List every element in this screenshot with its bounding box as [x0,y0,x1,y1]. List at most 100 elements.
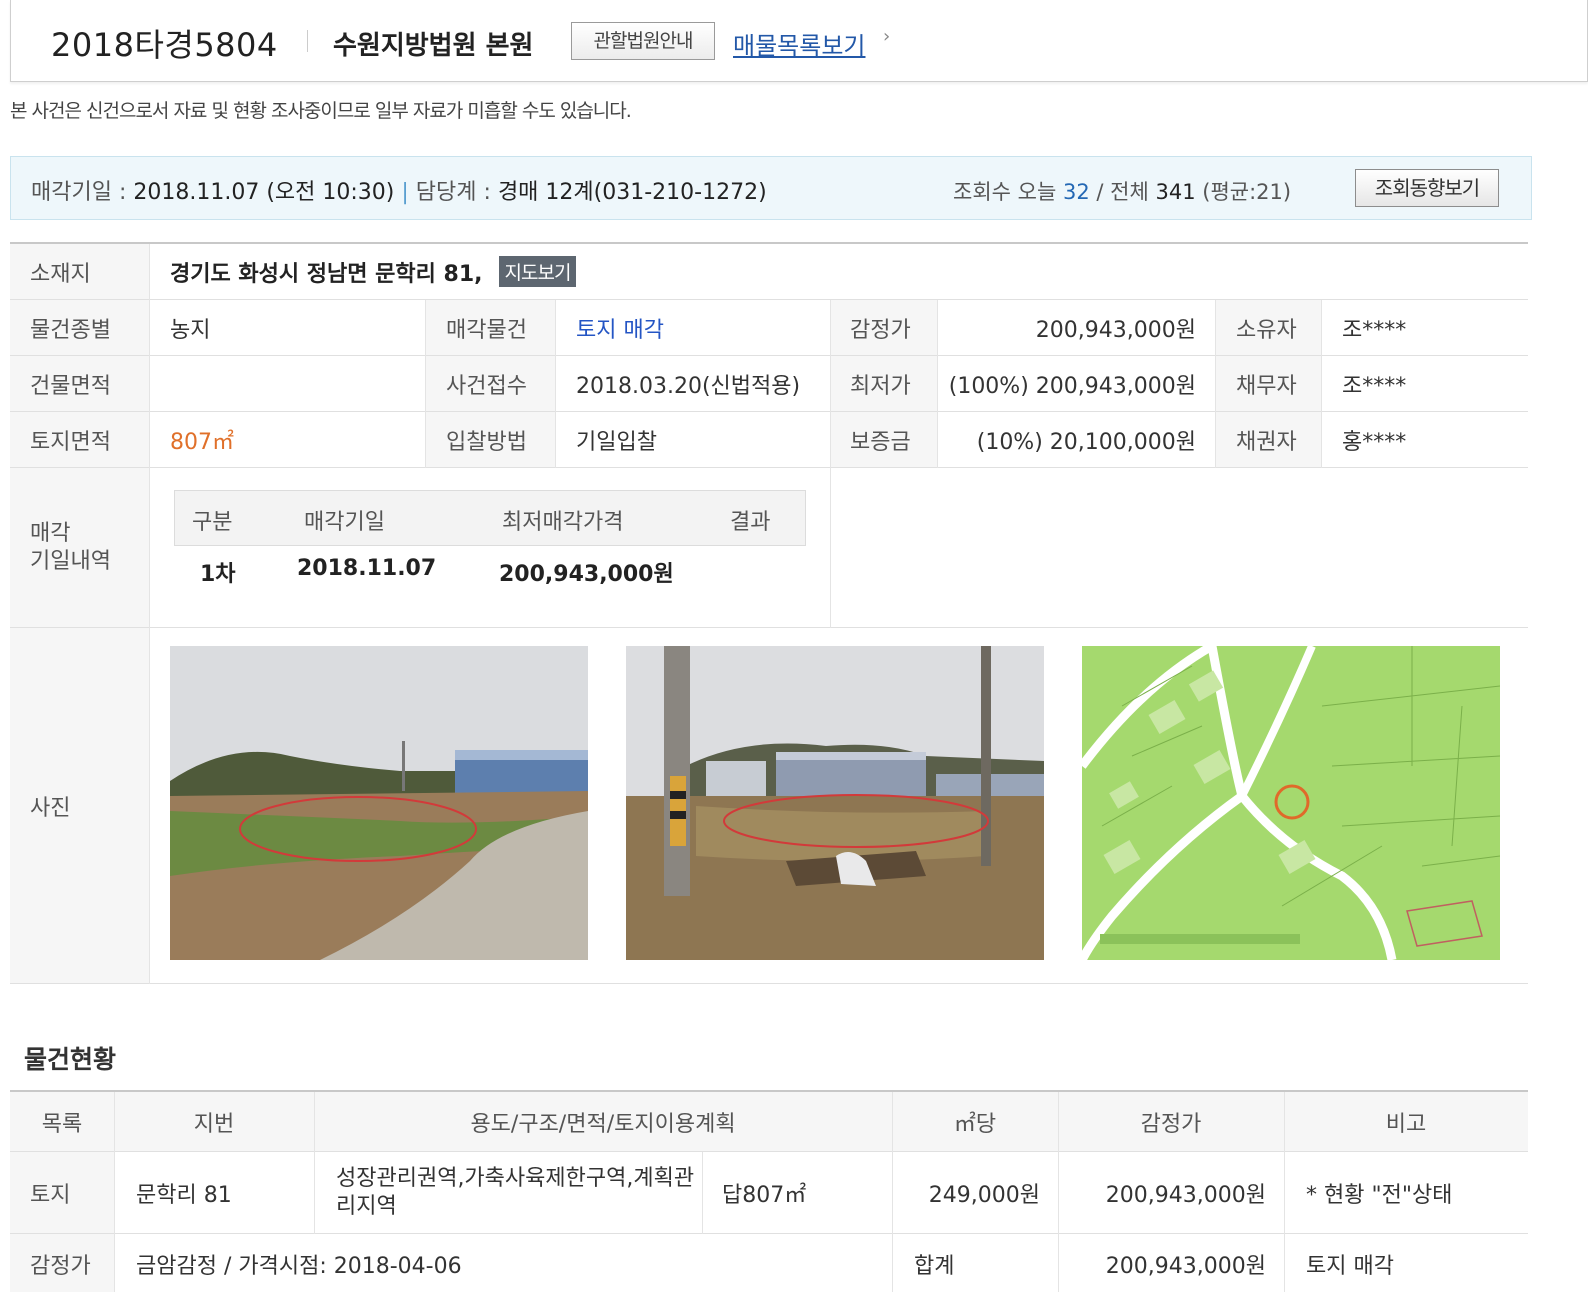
status-area: 답807㎡ [702,1152,892,1234]
dept-value: 경매 12계(031-210-1272) [497,180,767,205]
sale-history-label-line2: 기일내역 [30,548,111,574]
view-count: 조회수 오늘 32 / 전체 341 (평균:21) [953,176,1291,206]
views-average: (평균:21) [1202,180,1292,204]
map-view-button[interactable]: 지도보기 [498,256,577,287]
case-number: 2018타경5804 [51,26,278,64]
status-col-appraisal: 감정가 [1058,1092,1284,1152]
bid-method-value: 기일입찰 [556,412,830,468]
item-type-value: 농지 [150,300,426,356]
col-divider [314,1092,315,1234]
court-name: 수원지방법원 본원 [333,31,534,61]
sale-history-round: 1차 [200,562,236,587]
owner-label: 소유자 [1216,300,1322,356]
sale-date-label: 매각기일 : [31,180,127,205]
status-col-lot: 지번 [114,1092,314,1152]
bid-method-label: 입찰방법 [426,412,556,468]
deposit-value: (10%) 20,100,000원 [938,412,1216,468]
views-total-label: / 전체 [1096,180,1149,204]
col-divider [892,1092,893,1292]
appraisal-label: 감정가 [830,300,938,356]
cadastral-map-image [1082,646,1500,960]
status-total-value: 200,943,000원 [1105,1254,1266,1279]
sale-history-date: 2018.11.07 [297,556,437,581]
sale-item-value[interactable]: 토지 매각 [556,300,830,356]
status-zoning: 성장관리권역,가축사육제한구역,계획관리지역 [314,1152,702,1234]
status-appraisal: 200,943,000원 [1058,1152,1284,1234]
sale-history-empty [830,468,1528,628]
views-total-value: 341 [1155,180,1196,204]
status-col-per-m2: ㎡당 [892,1092,1058,1152]
deposit-label: 보증금 [830,412,938,468]
location-label: 소재지 [10,244,150,300]
item-list-link[interactable]: 매물목록보기 [733,26,865,61]
status-col-note: 비고 [1284,1092,1528,1152]
sale-date-info: 매각기일 : 2018.11.07 (오전 10:30) | 담당계 : 경매 … [31,174,767,206]
sale-history-price: 200,943,000원 [499,562,674,587]
views-today-value: 32 [1062,180,1090,204]
cadastral-map[interactable] [1082,646,1500,960]
chevron-right-icon: › [883,26,891,47]
sale-info-bar: 매각기일 : 2018.11.07 (오전 10:30) | 담당계 : 경매 … [10,156,1532,220]
status-per-m2: 249,000원 [892,1152,1058,1234]
dept-label: 담당계 : [415,180,491,205]
col-divider [1058,1092,1059,1292]
sale-history-col-date: 매각기일 [304,510,385,535]
view-trend-button[interactable]: 조회동향보기 [1355,169,1499,207]
status-footer-label: 감정가 [10,1234,114,1292]
building-area-value [150,356,426,412]
status-appraiser: 금암감정 / 가격시점: 2018-04-06 [136,1254,462,1279]
col-divider [555,300,556,468]
sale-history-col-price: 최저매각가격 [502,510,624,535]
land-photo-1[interactable] [170,646,588,960]
status-lot: 문학리 81 [114,1152,314,1234]
land-photo-2-image [626,646,1044,960]
status-total-note: 토지 매각 [1306,1254,1394,1279]
notice-text: 본 사건은 신건으로서 자료 및 현황 조사중이므로 일부 자료가 미흡할 수도… [10,100,632,122]
debtor-label: 채무자 [1216,356,1322,412]
col-divider [149,244,150,984]
col-divider [1215,300,1216,468]
location-cell: 경기도 화성시 정남면 문학리 81, 지도보기 [150,244,1528,300]
land-area-value: 807㎡ [150,412,426,468]
status-category: 토지 [10,1152,114,1234]
creditor-value: 홍**** [1322,412,1528,468]
col-divider [114,1092,115,1292]
sale-history-col-result: 결과 [730,510,771,535]
status-table: 목록 지번 용도/구조/면적/토지이용계획 ㎡당 감정가 비고 토지 문학리 8… [10,1090,1528,1292]
col-divider [937,300,938,468]
col-divider [1284,1092,1285,1292]
creditor-label: 채권자 [1216,412,1322,468]
sale-history-label: 매각 기일내역 [10,468,150,628]
sale-item-label: 매각물건 [426,300,556,356]
case-received-label: 사건접수 [426,356,556,412]
debtor-value: 조**** [1322,356,1528,412]
sale-history-header [174,490,806,546]
case-received-value: 2018.03.20(신법적용) [556,356,830,412]
status-section-title: 물건현황 [24,1045,117,1074]
min-price-value: (100%) 200,943,000원 [938,356,1216,412]
col-divider [702,1152,703,1234]
land-photo-2[interactable] [626,646,1044,960]
sale-date-value: 2018.11.07 (오전 10:30) [133,180,395,205]
sale-history-label-line1: 매각 [30,520,71,546]
col-divider [1321,300,1322,468]
header-divider [307,30,308,52]
owner-value: 조**** [1322,300,1528,356]
building-area-label: 건물면적 [10,356,150,412]
status-col-category: 목록 [10,1092,114,1152]
status-total-label: 합계 [914,1254,955,1279]
info-separator: | [401,180,409,205]
col-divider [830,300,831,628]
col-divider [425,300,426,468]
land-area-label: 토지면적 [10,412,150,468]
status-note: * 현황 "전"상태 [1284,1152,1528,1234]
status-col-zoning: 용도/구조/면적/토지이용계획 [314,1092,892,1152]
min-price-label: 최저가 [830,356,938,412]
sale-history-col-round: 구분 [192,510,233,535]
photos-label: 사진 [10,628,150,984]
item-type-label: 물건종별 [10,300,150,356]
views-today-label: 조회수 오늘 [953,180,1057,204]
appraisal-value: 200,943,000원 [938,300,1216,356]
court-info-button[interactable]: 관할법원안내 [571,22,715,60]
case-header: 2018타경5804 수원지방법원 본원 관할법원안내 매물목록보기 › [10,0,1588,82]
